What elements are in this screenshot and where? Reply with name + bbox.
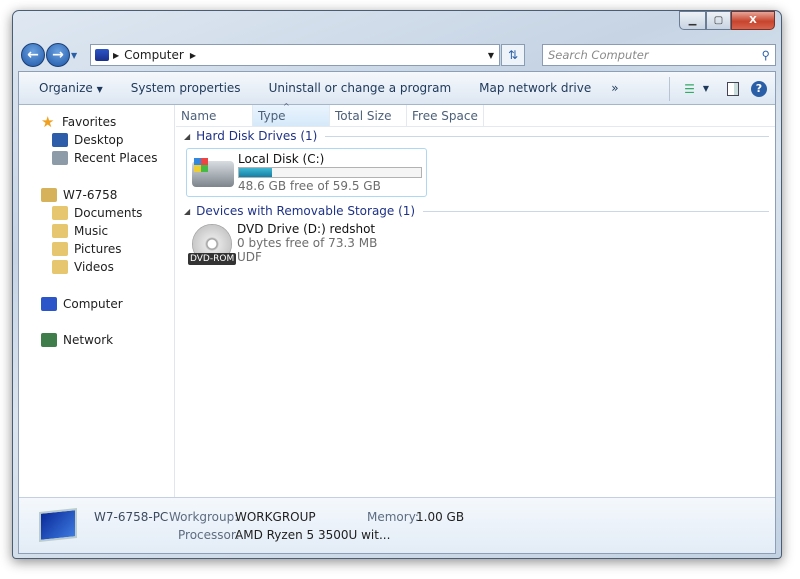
search-icon[interactable]: ⚲ bbox=[762, 48, 770, 62]
nav-desktop[interactable]: Desktop bbox=[52, 133, 124, 147]
memory-label: Memory: bbox=[367, 510, 419, 524]
breadcrumb-chevron-icon[interactable]: ▶ bbox=[190, 51, 196, 60]
folder-icon bbox=[52, 260, 68, 274]
divider bbox=[669, 76, 671, 101]
drive-d-name: DVD Drive (D:) redshot bbox=[237, 222, 376, 236]
sort-arrow-icon: ^ bbox=[283, 102, 290, 111]
organize-button[interactable]: Organize ▼ bbox=[39, 81, 117, 95]
details-pane: W7-6758-PC Workgroup: WORKGROUP Memory: … bbox=[19, 497, 775, 553]
pc-name: W7-6758-PC bbox=[94, 510, 169, 524]
user-folder-icon bbox=[41, 188, 57, 202]
drive-c[interactable]: Local Disk (C:) 48.6 GB free of 59.5 GB bbox=[186, 148, 427, 197]
maximize-button[interactable]: ▢ bbox=[706, 11, 731, 30]
desktop-icon bbox=[52, 133, 68, 147]
nav-user[interactable]: W7-6758 bbox=[41, 188, 117, 202]
nav-computer[interactable]: Computer bbox=[41, 297, 123, 311]
refresh-button[interactable]: ⇅ bbox=[501, 44, 525, 66]
search-input[interactable]: Search Computer ⚲ bbox=[542, 44, 776, 66]
drive-d-filesystem: UDF bbox=[237, 250, 262, 264]
collapse-icon: ◢ bbox=[184, 131, 191, 141]
folder-icon bbox=[52, 224, 68, 238]
folder-icon bbox=[52, 206, 68, 220]
close-button[interactable]: X bbox=[731, 11, 775, 30]
help-icon[interactable]: ? bbox=[751, 80, 767, 97]
folder-icon bbox=[52, 242, 68, 256]
column-total-size[interactable]: Total Size bbox=[330, 105, 407, 126]
map-network-drive-button[interactable]: Map network drive bbox=[465, 81, 605, 95]
hard-disk-icon bbox=[192, 158, 234, 187]
nav-documents[interactable]: Documents bbox=[52, 206, 142, 220]
column-headers: Name Type ^ Total Size Free Space bbox=[176, 102, 775, 127]
group-removable-storage[interactable]: ◢ Devices with Removable Storage (1) bbox=[184, 204, 769, 218]
preview-pane-icon[interactable] bbox=[727, 81, 739, 96]
nav-network[interactable]: Network bbox=[41, 333, 113, 347]
address-dropdown[interactable]: ▼ bbox=[483, 51, 499, 60]
processor-value: AMD Ryzen 5 3500U wit... bbox=[235, 528, 391, 542]
dvd-rom-badge: DVD-ROM bbox=[188, 253, 237, 265]
computer-large-icon bbox=[39, 508, 77, 542]
uninstall-button[interactable]: Uninstall or change a program bbox=[255, 81, 466, 95]
star-icon: ★ bbox=[41, 113, 55, 131]
nav-recent-places[interactable]: Recent Places bbox=[52, 151, 157, 165]
column-type[interactable]: Type ^ bbox=[253, 102, 330, 126]
more-button[interactable]: » bbox=[605, 81, 632, 95]
drive-d[interactable]: DVD-ROM DVD Drive (D:) redshot 0 bytes f… bbox=[186, 222, 427, 272]
workgroup-label: Workgroup: bbox=[169, 510, 239, 524]
minimize-button[interactable]: ▁ bbox=[679, 11, 706, 30]
recent-pages-dropdown[interactable]: ▼ bbox=[71, 51, 77, 60]
computer-icon bbox=[95, 49, 109, 61]
column-free-space[interactable]: Free Space bbox=[407, 105, 484, 126]
memory-value: 1.00 GB bbox=[416, 510, 465, 524]
workgroup-value: WORKGROUP bbox=[235, 510, 316, 524]
search-placeholder: Search Computer bbox=[548, 48, 649, 62]
network-icon bbox=[41, 333, 57, 347]
nav-favorites[interactable]: ★ Favorites bbox=[41, 113, 116, 131]
explorer-window: ▁ ▢ X ← → ▼ ▶ Computer ▶ ▼ ⇅ Search Comp… bbox=[12, 10, 782, 559]
forward-button[interactable]: → bbox=[46, 43, 70, 67]
view-dropdown[interactable]: ▼ bbox=[703, 84, 709, 93]
change-view-icon[interactable]: ☰ bbox=[684, 82, 695, 96]
group-hard-disk-drives[interactable]: ◢ Hard Disk Drives (1) bbox=[184, 129, 769, 143]
processor-label: Processor: bbox=[178, 528, 240, 542]
address-bar[interactable]: ▶ Computer ▶ ▼ bbox=[90, 44, 500, 66]
collapse-icon: ◢ bbox=[184, 206, 191, 216]
back-button[interactable]: ← bbox=[21, 43, 45, 67]
drive-c-usage-bar bbox=[238, 167, 422, 178]
recent-places-icon bbox=[52, 151, 68, 165]
computer-icon bbox=[41, 297, 57, 311]
nav-pictures[interactable]: Pictures bbox=[52, 242, 122, 256]
drive-d-free: 0 bytes free of 73.3 MB bbox=[237, 236, 378, 250]
column-name[interactable]: Name bbox=[176, 105, 253, 126]
command-bar: Organize ▼ System properties Uninstall o… bbox=[19, 72, 775, 105]
nav-videos[interactable]: Videos bbox=[52, 260, 114, 274]
breadcrumb-computer[interactable]: Computer bbox=[124, 48, 184, 62]
drive-c-free: 48.6 GB free of 59.5 GB bbox=[238, 179, 381, 193]
drive-c-name: Local Disk (C:) bbox=[238, 152, 325, 166]
nav-music[interactable]: Music bbox=[52, 224, 108, 238]
navigation-pane: ★ Favorites Desktop Recent Places W7-6758… bbox=[19, 105, 175, 499]
client-area: Organize ▼ System properties Uninstall o… bbox=[18, 71, 776, 554]
system-properties-button[interactable]: System properties bbox=[117, 81, 255, 95]
